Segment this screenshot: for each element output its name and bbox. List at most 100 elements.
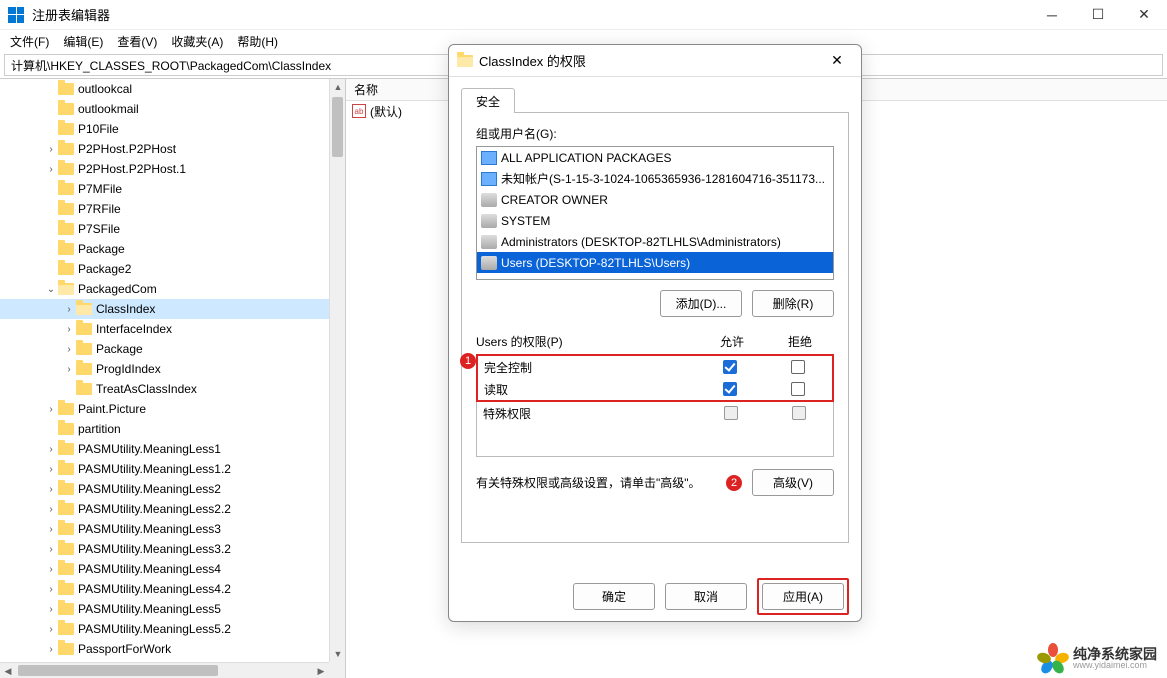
tree-item[interactable]: partition xyxy=(0,419,329,439)
dialog-body: 安全 组或用户名(G): ALL APPLICATION PACKAGES未知帐… xyxy=(449,77,861,571)
scroll-right-icon[interactable]: ▶ xyxy=(313,663,329,678)
folder-icon xyxy=(58,403,74,415)
close-button[interactable]: ✕ xyxy=(1121,0,1167,30)
group-row[interactable]: 未知帐户(S-1-15-3-1024-1065365936-1281604716… xyxy=(477,168,833,189)
folder-icon xyxy=(58,463,74,475)
group-row[interactable]: Users (DESKTOP-82TLHLS\Users) xyxy=(477,252,833,273)
menu-file[interactable]: 文件(F) xyxy=(4,31,55,52)
tree-expander-icon[interactable]: › xyxy=(44,624,58,635)
folder-icon xyxy=(58,103,74,115)
tree-expander-icon[interactable]: › xyxy=(44,444,58,455)
tree-item[interactable]: ›PASMUtility.MeaningLess3.2 xyxy=(0,539,329,559)
tree-item[interactable]: ›InterfaceIndex xyxy=(0,319,329,339)
groups-listbox[interactable]: ALL APPLICATION PACKAGES未知帐户(S-1-15-3-10… xyxy=(476,146,834,280)
tree-expander-icon[interactable]: › xyxy=(62,304,76,315)
group-label: CREATOR OWNER xyxy=(501,193,608,207)
tree-item[interactable]: ⌄PackagedCom xyxy=(0,279,329,299)
tree-item[interactable]: P10File xyxy=(0,119,329,139)
tree-item[interactable]: › PASMUtility.MeaningLess1.2 xyxy=(0,459,329,479)
tree-expander-icon[interactable]: › xyxy=(44,524,58,535)
checkbox-deny[interactable] xyxy=(791,382,805,396)
tree-expander-icon[interactable]: › xyxy=(44,644,58,655)
tab-security[interactable]: 安全 xyxy=(461,88,515,113)
tree-expander-icon[interactable]: › xyxy=(44,464,58,475)
tree-item[interactable]: ›PASMUtility.MeaningLess4.2 xyxy=(0,579,329,599)
tree-item[interactable]: ›P2PHost.P2PHost xyxy=(0,139,329,159)
tree-item[interactable]: P7MFile xyxy=(0,179,329,199)
menu-edit[interactable]: 编辑(E) xyxy=(57,31,109,52)
tree-expander-icon[interactable]: ⌄ xyxy=(44,284,58,295)
tree-scrollbar-horizontal[interactable]: ◀ ▶ xyxy=(0,662,329,678)
tree-expander-icon[interactable]: › xyxy=(62,364,76,375)
cancel-button[interactable]: 取消 xyxy=(665,583,747,610)
ok-button[interactable]: 确定 xyxy=(573,583,655,610)
tree-item[interactable]: ›PASMUtility.MeaningLess4 xyxy=(0,559,329,579)
perm-name-special: 特殊权限 xyxy=(483,405,697,422)
tree-expander-icon[interactable]: › xyxy=(44,144,58,155)
tree-item[interactable]: ›PASMUtility.MeaningLess2 xyxy=(0,479,329,499)
scroll-thumb-vertical[interactable] xyxy=(332,97,343,157)
group-row[interactable]: Administrators (DESKTOP-82TLHLS\Administ… xyxy=(477,231,833,252)
tree-item[interactable]: ›Paint.Picture xyxy=(0,399,329,419)
tree-item-label: PASMUtility.MeaningLess5 xyxy=(78,602,221,616)
tree-viewport[interactable]: outlookcaloutlookmailP10File›P2PHost.P2P… xyxy=(0,79,329,662)
menu-view[interactable]: 查看(V) xyxy=(111,31,163,52)
advanced-button[interactable]: 高级(V) xyxy=(752,469,834,496)
tree-expander-icon[interactable]: › xyxy=(44,404,58,415)
tree-item[interactable]: › PASMUtility.MeaningLess5 xyxy=(0,599,329,619)
tree-item[interactable]: ›ProgIdIndex xyxy=(0,359,329,379)
tree-item[interactable]: ›ClassIndex xyxy=(0,299,329,319)
tree-expander-icon[interactable]: › xyxy=(62,344,76,355)
tree-expander-icon[interactable]: › xyxy=(62,324,76,335)
perm-row: 读取 xyxy=(478,378,832,400)
scroll-up-icon[interactable]: ▲ xyxy=(330,79,346,95)
tree-item[interactable]: ›Package xyxy=(0,339,329,359)
tree-expander-icon[interactable]: › xyxy=(44,564,58,575)
tree-item[interactable]: › PASMUtility.MeaningLess3 xyxy=(0,519,329,539)
tree-expander-icon[interactable]: › xyxy=(44,484,58,495)
menu-favorites[interactable]: 收藏夹(A) xyxy=(165,31,229,52)
add-button[interactable]: 添加(D)... xyxy=(660,290,742,317)
tree-expander-icon[interactable]: › xyxy=(44,584,58,595)
permissions-label: Users 的权限(P) xyxy=(476,333,698,350)
permissions-extra: 特殊权限 xyxy=(476,402,834,457)
tree-item[interactable]: ›PASMUtility.MeaningLess1 xyxy=(0,439,329,459)
tree-item[interactable]: outlookcal xyxy=(0,79,329,99)
tree-item-label: PASMUtility.MeaningLess1.2 xyxy=(78,462,231,476)
tree-item-label: Package2 xyxy=(78,262,131,276)
tree-item[interactable]: P7SFile xyxy=(0,219,329,239)
tree-expander-icon[interactable]: › xyxy=(44,604,58,615)
scroll-thumb-horizontal[interactable] xyxy=(18,665,218,676)
tree-expander-icon[interactable]: › xyxy=(44,504,58,515)
tree-item[interactable]: TreatAsClassIndex xyxy=(0,379,329,399)
tree-expander-icon[interactable]: › xyxy=(44,544,58,555)
perm-name: 完全控制 xyxy=(484,359,696,376)
folder-icon xyxy=(58,183,74,195)
tree-item[interactable]: Package xyxy=(0,239,329,259)
menu-help[interactable]: 帮助(H) xyxy=(231,31,284,52)
remove-button[interactable]: 删除(R) xyxy=(752,290,834,317)
tree-item[interactable]: Package2 xyxy=(0,259,329,279)
minimize-button[interactable]: ─ xyxy=(1029,0,1075,30)
group-row[interactable]: CREATOR OWNER xyxy=(477,189,833,210)
scroll-left-icon[interactable]: ◀ xyxy=(0,664,16,678)
checkbox-allow[interactable] xyxy=(723,382,737,396)
tree-scrollbar-vertical[interactable]: ▲ ▼ xyxy=(329,79,345,662)
checkbox-allow[interactable] xyxy=(723,360,737,374)
scroll-down-icon[interactable]: ▼ xyxy=(330,646,346,662)
group-row[interactable]: SYSTEM xyxy=(477,210,833,231)
tree-item[interactable]: ›PassportForWork xyxy=(0,639,329,659)
tree-item[interactable]: outlookmail xyxy=(0,99,329,119)
checkbox-deny[interactable] xyxy=(791,360,805,374)
tree-item[interactable]: ›P2PHost.P2PHost.1 xyxy=(0,159,329,179)
tree-item[interactable]: ›PASMUtility.MeaningLess5.2 xyxy=(0,619,329,639)
maximize-button[interactable]: ☐ xyxy=(1075,0,1121,30)
tree-expander-icon[interactable]: › xyxy=(44,164,58,175)
group-row[interactable]: ALL APPLICATION PACKAGES xyxy=(477,147,833,168)
dialog-close-button[interactable]: ✕ xyxy=(821,47,853,75)
tree-item-label: PASMUtility.MeaningLess3 xyxy=(78,522,221,536)
tree-item[interactable]: ›PASMUtility.MeaningLess2.2 xyxy=(0,499,329,519)
folder-icon xyxy=(76,323,92,335)
tree-item[interactable]: P7RFile xyxy=(0,199,329,219)
apply-button[interactable]: 应用(A) xyxy=(762,583,844,610)
